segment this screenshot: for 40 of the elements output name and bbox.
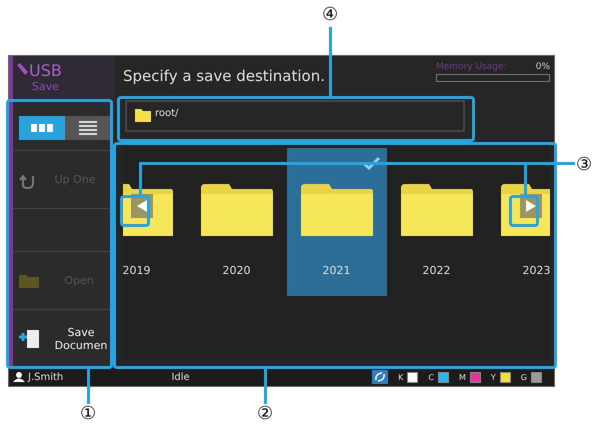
- toner-label: M: [459, 372, 466, 382]
- callout-number: ③: [576, 154, 592, 176]
- leader-line: [329, 27, 332, 97]
- folder-item[interactable]: 2020: [186, 148, 286, 296]
- list-view-icon: [79, 121, 97, 135]
- memory-usage-label: Memory Usage:: [436, 62, 507, 72]
- check-icon: [360, 156, 380, 170]
- memory-usage-value: 0%: [536, 62, 550, 72]
- prompt-text: Specify a save destination.: [123, 67, 326, 85]
- folder-icon: [135, 108, 151, 122]
- printer-status: Idle: [170, 372, 191, 382]
- list-view-button[interactable]: [65, 116, 111, 140]
- grid-view-button[interactable]: [19, 116, 65, 140]
- leader-line: [87, 368, 90, 404]
- toner-label: C: [428, 372, 434, 382]
- right-triangle-icon: [526, 200, 536, 212]
- toner-label: Y: [490, 372, 496, 382]
- usb-stick-icon: [15, 62, 29, 76]
- folder-icon: [19, 273, 39, 288]
- toner-label: K: [398, 372, 404, 382]
- app-subtitle: Save: [32, 80, 59, 93]
- path-field: root/: [125, 100, 465, 132]
- folder-icon: [298, 182, 374, 238]
- toner-label: G: [520, 372, 527, 382]
- add-document-icon: [19, 328, 41, 350]
- folder-item[interactable]: 2022: [386, 148, 486, 296]
- folder-item[interactable]: 2021: [286, 148, 386, 296]
- app-title: USB: [29, 62, 62, 80]
- save-document-button[interactable]: Save Documen: [13, 310, 115, 368]
- user-name: J.Smith: [28, 372, 64, 382]
- folder-icon: [198, 182, 274, 238]
- user-icon: [13, 372, 25, 382]
- leader-line: [264, 368, 267, 404]
- left-triangle-icon: [137, 200, 147, 212]
- refresh-icon: [372, 370, 388, 384]
- grid-view-icon: [31, 124, 53, 132]
- callout-number: ②: [257, 403, 274, 425]
- folder-icon: [398, 182, 474, 238]
- callout-number: ④: [322, 4, 338, 26]
- callout-number: ①: [80, 403, 96, 425]
